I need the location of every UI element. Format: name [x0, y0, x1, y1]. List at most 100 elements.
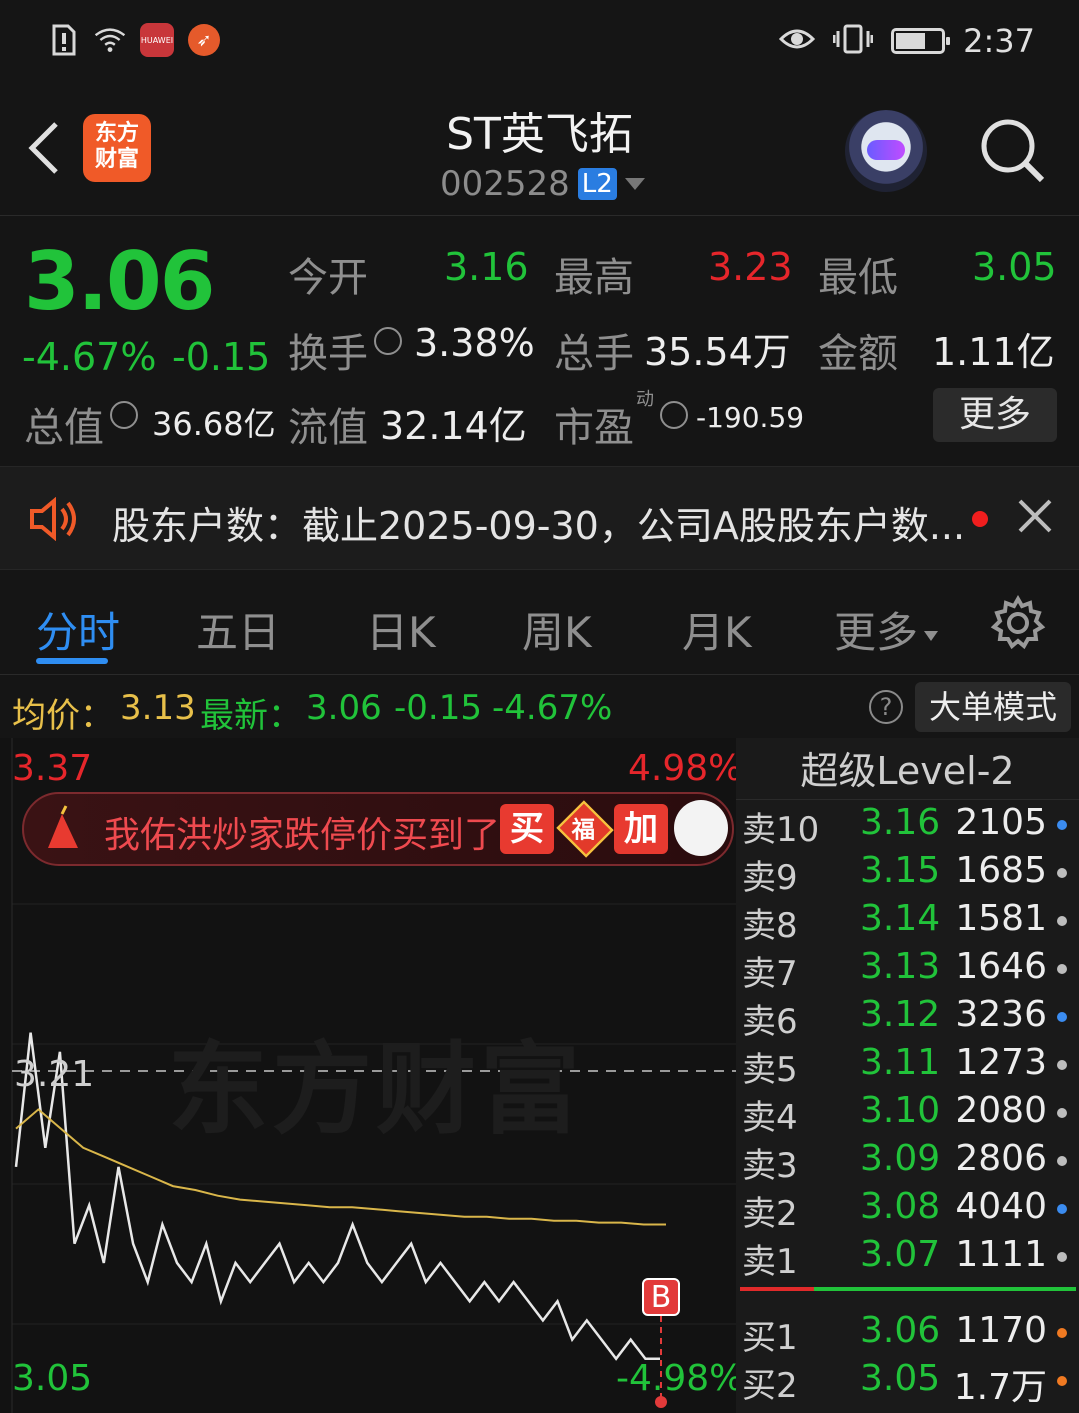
y-axis-ref-price: 3.21 — [14, 1054, 95, 1095]
chevron-down-icon — [924, 630, 939, 641]
order-book-title: 超级Level-2 — [736, 738, 1079, 800]
ask-price: 3.16 — [860, 802, 941, 843]
last-value: 3.06 — [306, 688, 382, 728]
ask-row[interactable]: 卖10 3.16 2105 — [736, 800, 1079, 850]
bid-volume: 1170 — [955, 1310, 1047, 1351]
y-axis-bottom-price: 3.05 — [12, 1358, 93, 1399]
ask-row[interactable]: 卖9 3.15 1685 — [736, 848, 1079, 898]
high-label: 最高 — [554, 255, 634, 301]
ask-level-label: 卖5 — [742, 1050, 798, 1090]
close-button[interactable] — [1016, 497, 1054, 535]
add-badge: 加 — [614, 804, 668, 854]
tab-daily-k[interactable]: 日K — [366, 599, 436, 660]
vibrate-icon — [832, 23, 874, 59]
settings-button[interactable] — [990, 594, 1046, 651]
last-change: -0.15 — [394, 688, 482, 728]
promo-banner[interactable]: 我佑洪炒家跌停价买到了 买 福 加 — [22, 792, 734, 866]
last-label: 最新： — [200, 696, 302, 736]
volume-label: 总手 — [554, 331, 634, 377]
ask-price: 3.11 — [860, 1042, 941, 1083]
info-icon[interactable] — [110, 401, 138, 429]
order-flag-dot — [1057, 820, 1067, 830]
watermark: 东方财富 — [168, 1031, 584, 1148]
unread-dot — [972, 511, 988, 527]
y-axis-top-price: 3.37 — [12, 748, 93, 789]
search-button[interactable] — [978, 116, 1048, 186]
firecracker-icon — [38, 804, 88, 854]
robot-assistant-avatar[interactable] — [845, 110, 927, 192]
tab-five-day[interactable]: 五日 — [196, 599, 280, 660]
tab-more[interactable]: 更多 — [834, 599, 939, 660]
amount-value: 1.11亿 — [932, 330, 1055, 374]
ask-level-label: 卖7 — [742, 954, 798, 994]
chevron-down-icon — [624, 178, 645, 190]
status-bar: HUAWEI ➶ 2:37 — [0, 0, 1079, 80]
quote-panel: 3.06 -4.67% -0.15 今开 3.16 最高 3.23 最低 3.0… — [0, 217, 1079, 465]
low-label: 最低 — [818, 255, 898, 301]
active-tab-indicator — [36, 658, 108, 664]
ask-price: 3.07 — [860, 1234, 941, 1275]
more-quote-button[interactable]: 更多 — [933, 388, 1057, 442]
float-value: 32.14亿 — [380, 404, 527, 448]
wifi-icon — [94, 22, 126, 58]
ask-level-label: 卖10 — [742, 810, 820, 850]
ask-row[interactable]: 卖4 3.10 2080 — [736, 1088, 1079, 1138]
ask-volume: 3236 — [955, 994, 1047, 1035]
stock-header: 东方 财富 ST英飞拓 002528 L2 — [0, 80, 1079, 216]
gear-icon — [990, 594, 1046, 650]
buy-marker[interactable]: B — [642, 1278, 680, 1316]
ask-level-label: 卖6 — [742, 1002, 798, 1042]
order-flag-dot — [1057, 1108, 1067, 1118]
stock-code-selector[interactable]: 002528 L2 — [440, 164, 645, 204]
sim-alert-icon — [48, 22, 80, 58]
ask-level-label: 卖8 — [742, 906, 798, 946]
ask-volume: 1646 — [955, 946, 1047, 987]
ask-row[interactable]: 卖5 3.11 1273 — [736, 1040, 1079, 1090]
ask-row[interactable]: 卖2 3.08 4040 — [736, 1184, 1079, 1234]
volume-value: 35.54万 — [644, 330, 791, 374]
current-price: 3.06 — [24, 235, 215, 328]
mktcap-label: 总值 — [24, 405, 104, 451]
bid-price: 3.05 — [860, 1358, 941, 1399]
bid-row[interactable]: 买1 3.06 1170 — [736, 1308, 1079, 1358]
order-flag-dot — [1057, 964, 1067, 974]
bid-volume: 1.7万 — [953, 1367, 1047, 1408]
bid-price: 3.06 — [860, 1310, 941, 1351]
help-icon[interactable]: ? — [869, 690, 903, 724]
ask-level-label: 卖3 — [742, 1146, 798, 1186]
ask-row[interactable]: 卖7 3.13 1646 — [736, 944, 1079, 994]
ask-level-label: 卖4 — [742, 1098, 798, 1138]
ask-row[interactable]: 卖1 3.07 1111 — [736, 1232, 1079, 1282]
info-icon[interactable] — [660, 401, 688, 429]
tab-more-label: 更多 — [834, 608, 919, 657]
mktcap-value: 36.68亿 — [152, 405, 276, 443]
chart-summary-line: 均价： 3.13 最新： 3.06 -0.15 -4.67% ? 大单模式 — [0, 676, 1079, 738]
search-icon — [981, 119, 1045, 183]
notification-app-icon: ➶ — [188, 24, 220, 56]
bid-row[interactable]: 买2 3.05 1.7万 — [736, 1356, 1079, 1408]
tab-weekly-k[interactable]: 周K — [522, 599, 592, 660]
tab-intraday[interactable]: 分时 — [36, 599, 120, 660]
ask-row[interactable]: 卖6 3.12 3236 — [736, 992, 1079, 1042]
turnover-value: 3.38% — [414, 321, 535, 365]
notice-bar[interactable]: 股东户数：截止2025-09-30，公司A股股东户数... — [0, 466, 1079, 570]
ask-price: 3.10 — [860, 1090, 941, 1131]
order-flag-dot — [1057, 1060, 1067, 1070]
ask-row[interactable]: 卖8 3.14 1581 — [736, 896, 1079, 946]
info-icon[interactable] — [374, 327, 402, 355]
ask-row[interactable]: 卖3 3.09 2806 — [736, 1136, 1079, 1186]
big-order-mode-button[interactable]: 大单模式 — [915, 682, 1071, 732]
order-flag-dot — [1057, 1252, 1067, 1262]
tab-monthly-k[interactable]: 月K — [682, 599, 752, 660]
ask-price: 3.15 — [860, 850, 941, 891]
ask-volume: 1581 — [955, 898, 1047, 939]
order-flag-dot — [1057, 1376, 1067, 1386]
float-label: 流值 — [288, 405, 368, 451]
y-axis-top-percent: 4.98% — [628, 748, 743, 789]
pe-value: -190.59 — [696, 401, 805, 434]
avg-label: 均价： — [12, 696, 114, 736]
intraday-chart[interactable]: 东方财富 3.37 4.98% 3.21 3.05 -4.98% 我佑洪炒家跌停… — [0, 738, 743, 1413]
eye-icon — [779, 25, 816, 57]
stock-code: 002528 — [440, 164, 570, 204]
change-amount: -0.15 — [172, 335, 271, 379]
